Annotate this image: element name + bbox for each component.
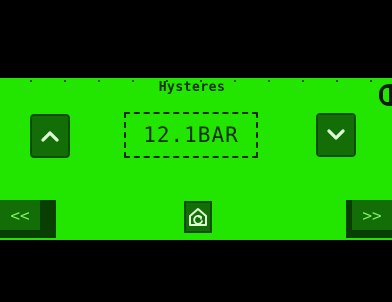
home-button[interactable] xyxy=(184,201,212,233)
scroll-indicator xyxy=(379,84,392,106)
previous-page-button[interactable]: << xyxy=(0,200,40,230)
next-page-button[interactable]: >> xyxy=(352,200,392,230)
hmi-screen: Hysteres 12.1BAR << >> xyxy=(0,0,392,302)
value-text: 12.1BAR xyxy=(143,123,239,147)
setting-title: Hysteres xyxy=(158,80,226,95)
chevron-up-icon xyxy=(41,131,59,142)
previous-label: << xyxy=(10,205,30,225)
home-icon xyxy=(189,208,207,226)
increase-button[interactable] xyxy=(30,114,70,158)
chevron-down-icon xyxy=(327,129,345,140)
value-display[interactable]: 12.1BAR xyxy=(124,112,258,158)
decrease-button[interactable] xyxy=(316,113,356,157)
next-label: >> xyxy=(362,205,382,225)
